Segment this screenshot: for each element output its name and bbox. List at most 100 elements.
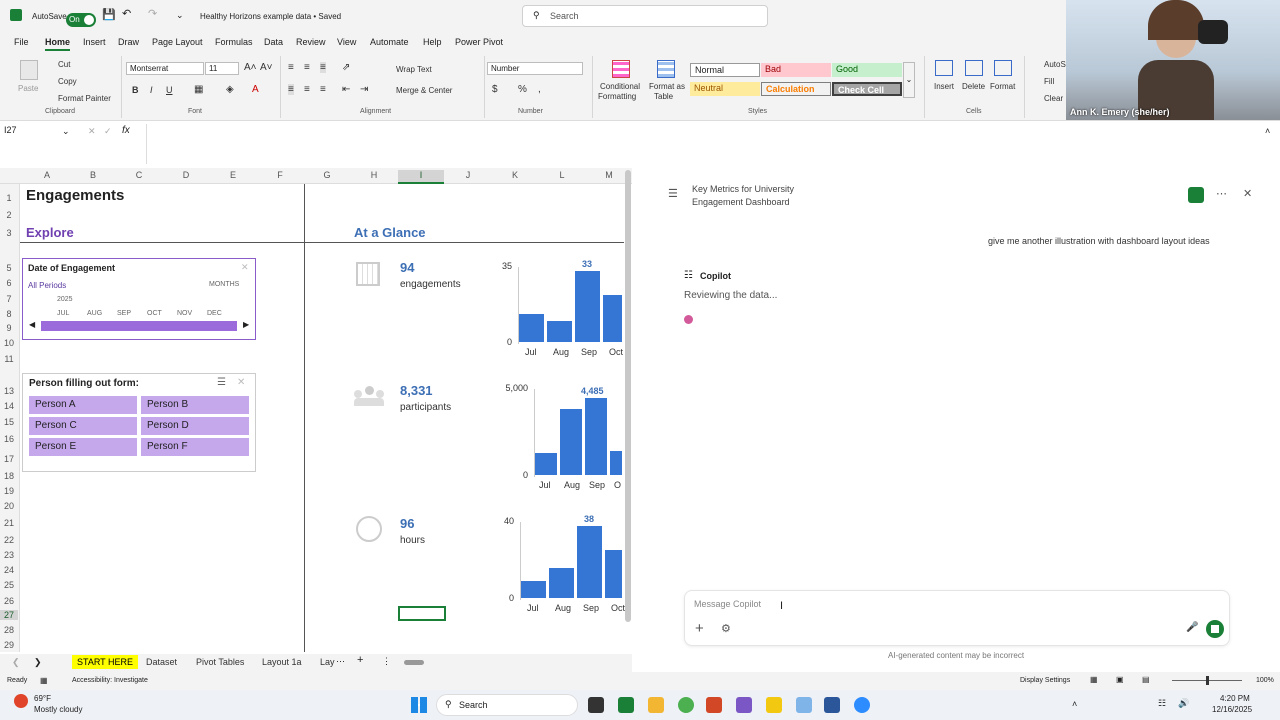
chart-1-bar-2[interactable]: [585, 398, 607, 475]
month-dec[interactable]: DEC: [207, 310, 222, 317]
row-header-10[interactable]: 10: [0, 338, 18, 348]
menu-page-layout[interactable]: Page Layout: [152, 37, 203, 47]
column-header-k[interactable]: K: [492, 170, 538, 184]
font-size-select[interactable]: 11: [205, 62, 239, 75]
chart-0-bar-0[interactable]: [519, 314, 544, 342]
menu-file[interactable]: File: [14, 37, 29, 47]
document-title[interactable]: Healthy Horizons example data • Saved: [200, 12, 341, 21]
row-header-28[interactable]: 28: [0, 625, 18, 635]
add-sheet-icon[interactable]: +: [357, 654, 363, 666]
formula-input[interactable]: [146, 124, 1272, 164]
style-calculation[interactable]: Calculation: [761, 82, 831, 96]
align-top-icon[interactable]: ≡: [288, 62, 294, 73]
name-box-dropdown-icon[interactable]: ⌄: [62, 126, 70, 137]
months-dropdown[interactable]: MONTHS: [209, 281, 239, 288]
style-normal[interactable]: Normal: [690, 63, 760, 77]
row-header-5[interactable]: 5: [0, 263, 18, 273]
tab-pivot-tables[interactable]: Pivot Tables: [196, 657, 244, 667]
chart-2-bar-0[interactable]: [521, 581, 546, 598]
row-header-25[interactable]: 25: [0, 580, 18, 590]
file-explorer-icon[interactable]: [648, 697, 664, 713]
menu-home[interactable]: Home: [45, 37, 71, 51]
column-header-e[interactable]: E: [210, 170, 256, 184]
person-d-item[interactable]: Person D: [141, 417, 249, 435]
paste-button[interactable]: Paste: [18, 84, 38, 93]
row-header-27[interactable]: 27: [0, 610, 18, 620]
align-bottom-icon[interactable]: ≡: [320, 62, 326, 73]
menu-automate[interactable]: Automate: [370, 37, 409, 47]
underline-icon[interactable]: U: [166, 85, 173, 95]
tools-icon[interactable]: ⚙: [721, 622, 731, 635]
selected-cell[interactable]: [398, 606, 446, 621]
bold-icon[interactable]: B: [132, 85, 139, 95]
format-cells-button[interactable]: Format: [990, 82, 1015, 91]
conditional-formatting-icon[interactable]: [612, 60, 630, 78]
align-center-icon[interactable]: ≡: [304, 84, 310, 95]
percent-icon[interactable]: %: [518, 84, 527, 95]
add-attachment-icon[interactable]: +: [695, 620, 704, 637]
menu-help[interactable]: Help: [423, 37, 442, 47]
zoom-level[interactable]: 100%: [1256, 677, 1274, 684]
row-header-26[interactable]: 26: [0, 596, 18, 606]
cut-button[interactable]: Cut: [58, 60, 70, 69]
conditional-formatting-label[interactable]: Conditional: [600, 82, 640, 91]
styles-more-icon[interactable]: ⌄: [903, 62, 915, 98]
vertical-scrollbar[interactable]: [625, 170, 631, 622]
multi-select-icon[interactable]: ☰: [217, 377, 226, 388]
grow-font-icon[interactable]: A˄: [244, 62, 257, 73]
month-jul[interactable]: JUL: [57, 310, 69, 317]
horizontal-scrollbar[interactable]: [398, 659, 620, 666]
number-format-select[interactable]: Number: [487, 62, 583, 75]
person-c-item[interactable]: Person C: [29, 417, 137, 435]
delete-cells-button[interactable]: Delete: [962, 82, 985, 91]
menu-review[interactable]: Review: [296, 37, 326, 47]
row-header-1[interactable]: 1: [0, 193, 18, 203]
style-neutral[interactable]: Neutral: [690, 82, 760, 96]
insert-cells-button[interactable]: Insert: [934, 82, 954, 91]
display-settings-button[interactable]: Display Settings: [1020, 677, 1070, 684]
zoom-icon[interactable]: [854, 697, 870, 713]
normal-view-icon[interactable]: ▦: [1090, 675, 1098, 684]
page-layout-view-icon[interactable]: ▣: [1116, 675, 1124, 684]
copilot-menu-icon[interactable]: ☰: [668, 187, 678, 200]
format-as-table-label-2[interactable]: Table: [654, 92, 673, 101]
tray-chevron-icon[interactable]: ˄: [1072, 699, 1077, 709]
menu-draw[interactable]: Draw: [118, 37, 139, 47]
decrease-indent-icon[interactable]: ⇤: [342, 84, 350, 95]
chart-2-bar-2[interactable]: [577, 526, 602, 598]
chart-0-bar-1[interactable]: [547, 321, 572, 342]
style-good[interactable]: Good: [832, 63, 902, 77]
row-header-24[interactable]: 24: [0, 565, 18, 575]
windows-start-icon[interactable]: [411, 697, 427, 713]
column-header-b[interactable]: B: [70, 170, 116, 184]
scroll-right-icon[interactable]: ▶: [243, 320, 249, 329]
more-tabs-icon[interactable]: ⋯: [336, 656, 345, 667]
borders-icon[interactable]: ▦: [194, 84, 203, 95]
collapse-formula-icon[interactable]: ˄: [1265, 126, 1270, 136]
word-icon[interactable]: [824, 697, 840, 713]
row-header-23[interactable]: 23: [0, 550, 18, 560]
page-break-view-icon[interactable]: ▤: [1142, 675, 1150, 684]
row-header-15[interactable]: 15: [0, 417, 18, 427]
chart-1-bar-1[interactable]: [560, 409, 582, 475]
person-e-item[interactable]: Person E: [29, 438, 137, 456]
menu-power-pivot[interactable]: Power Pivot: [455, 37, 503, 47]
column-header-h[interactable]: H: [351, 170, 397, 184]
column-header-d[interactable]: D: [163, 170, 209, 184]
cancel-icon[interactable]: ✕: [88, 126, 96, 137]
zoom-slider[interactable]: [1172, 676, 1242, 685]
month-nov[interactable]: NOV: [177, 310, 192, 317]
autosave-toggle[interactable]: On: [66, 13, 96, 27]
menu-data[interactable]: Data: [264, 37, 283, 47]
clear-filter-icon[interactable]: ✕: [241, 262, 249, 273]
search-box[interactable]: ⚲ Search: [522, 5, 768, 27]
increase-indent-icon[interactable]: ⇥: [360, 84, 368, 95]
macro-icon[interactable]: ▦: [40, 676, 48, 685]
tab-layout-1a[interactable]: Layout 1a: [262, 657, 302, 667]
font-name-select[interactable]: Montserrat: [126, 62, 204, 75]
tab-dataset[interactable]: Dataset: [146, 657, 177, 667]
close-icon[interactable]: ✕: [1243, 187, 1252, 200]
row-header-14[interactable]: 14: [0, 401, 18, 411]
column-header-j[interactable]: J: [445, 170, 491, 184]
message-input[interactable]: Message Copilot: [694, 599, 761, 609]
